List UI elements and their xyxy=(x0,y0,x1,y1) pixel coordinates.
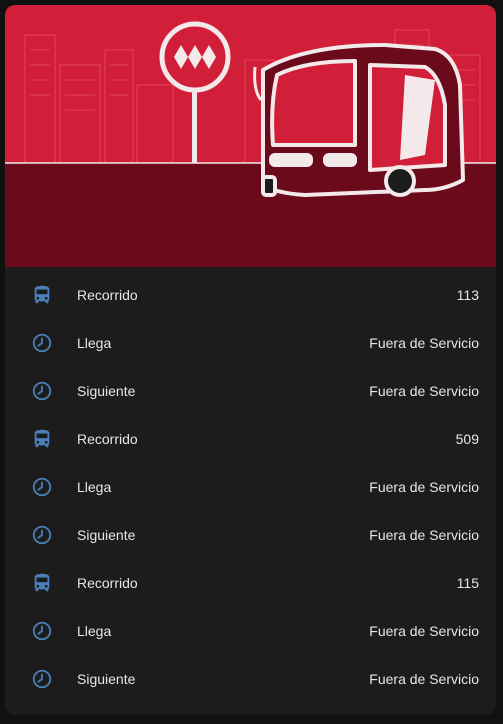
list-item[interactable]: Siguiente Fuera de Servicio xyxy=(5,655,496,703)
row-label: Llega xyxy=(77,335,112,351)
row-value: Fuera de Servicio xyxy=(369,671,479,687)
row-label: Siguiente xyxy=(77,527,136,543)
row-label: Recorrido xyxy=(77,575,138,591)
row-value: Fuera de Servicio xyxy=(369,527,479,543)
row-label: Siguiente xyxy=(77,383,136,399)
arrivals-list: Recorrido 113 Llega Fuera de Servicio Siguie… xyxy=(5,271,496,703)
clock-icon xyxy=(31,524,53,546)
bus-icon xyxy=(31,284,53,306)
clock-icon xyxy=(31,380,53,402)
banner-image xyxy=(5,5,496,267)
list-item[interactable]: Llega Fuera de Servicio xyxy=(5,607,496,655)
clock-icon xyxy=(31,476,53,498)
row-label: Siguiente xyxy=(77,671,136,687)
row-label: Recorrido xyxy=(77,287,138,303)
list-item[interactable]: Llega Fuera de Servicio xyxy=(5,463,496,511)
row-value: Fuera de Servicio xyxy=(369,479,479,495)
row-label: Llega xyxy=(77,479,112,495)
clock-icon xyxy=(31,668,53,690)
list-item[interactable]: Siguiente Fuera de Servicio xyxy=(5,511,496,559)
row-label: Recorrido xyxy=(77,431,138,447)
bus-icon xyxy=(31,572,53,594)
row-value: 115 xyxy=(456,575,479,591)
row-value: Fuera de Servicio xyxy=(369,623,479,639)
list-item[interactable]: Recorrido 113 xyxy=(5,271,496,319)
row-value: 113 xyxy=(456,287,479,303)
row-value: Fuera de Servicio xyxy=(369,335,479,351)
clock-icon xyxy=(31,332,53,354)
clock-icon xyxy=(31,620,53,642)
bus-stop-card: Recorrido 113 Llega Fuera de Servicio Siguie… xyxy=(5,5,496,715)
bus-icon xyxy=(31,428,53,450)
list-item[interactable]: Recorrido 115 xyxy=(5,559,496,607)
list-item[interactable]: Llega Fuera de Servicio xyxy=(5,319,496,367)
list-item[interactable]: Recorrido 509 xyxy=(5,415,496,463)
row-label: Llega xyxy=(77,623,112,639)
row-value: Fuera de Servicio xyxy=(369,383,479,399)
row-value: 509 xyxy=(455,431,479,447)
list-item[interactable]: Siguiente Fuera de Servicio xyxy=(5,367,496,415)
